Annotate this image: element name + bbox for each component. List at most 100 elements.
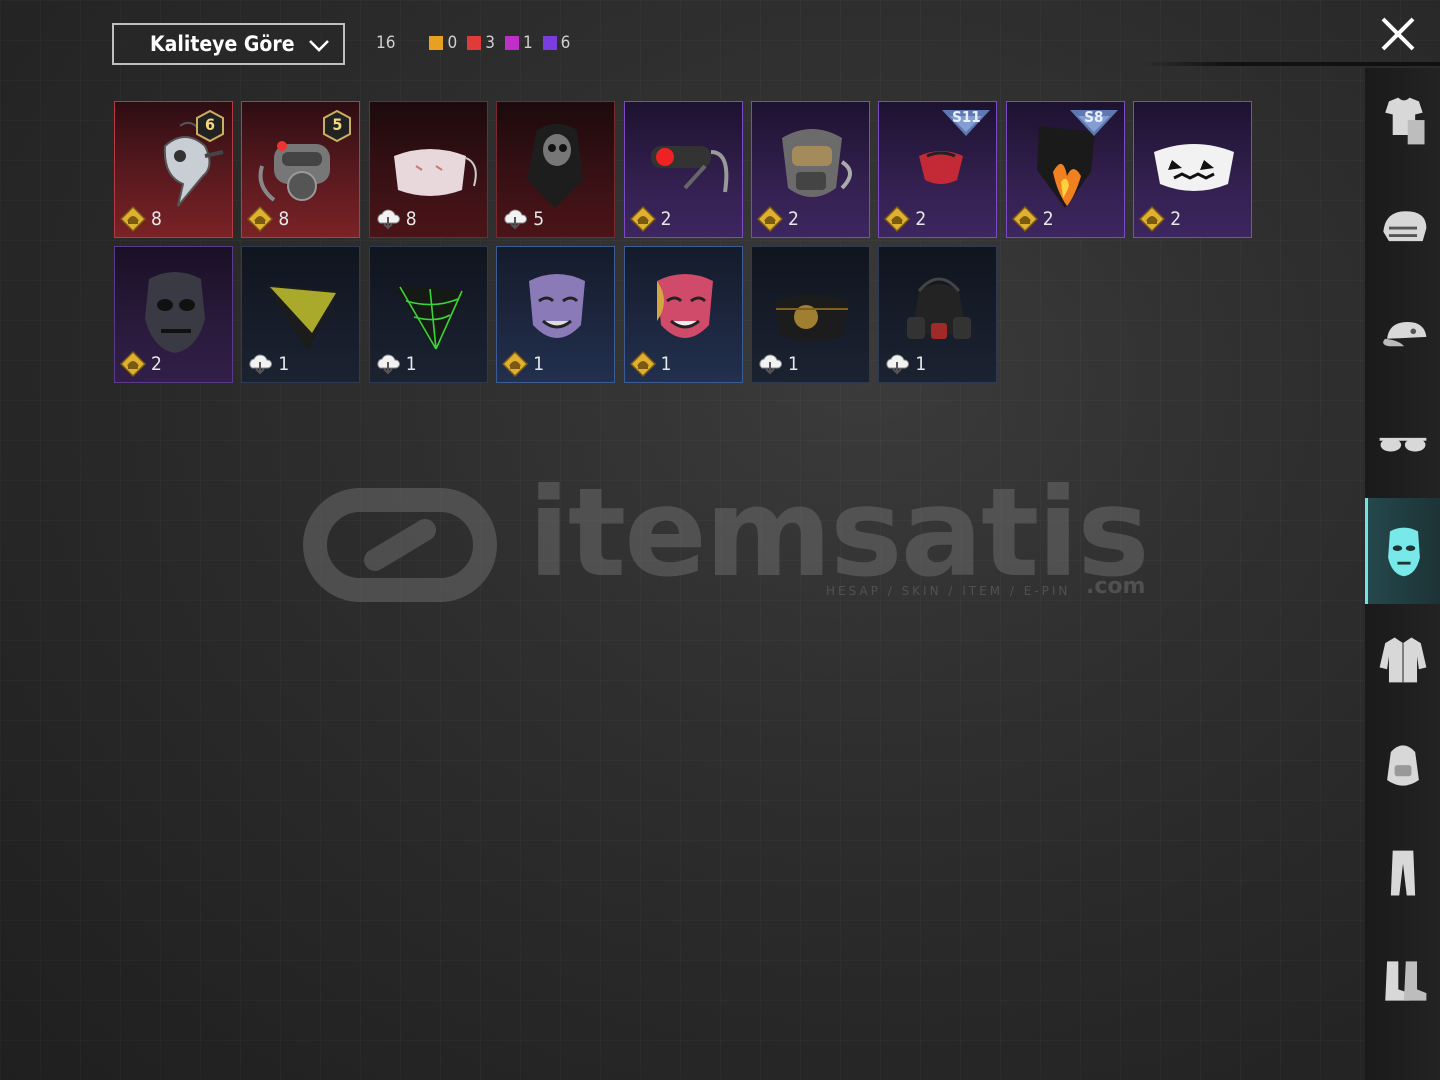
item-quantity: 2 — [756, 205, 799, 233]
quality-counts: 16 0 3 1 6 — [376, 32, 574, 54]
backpack-icon — [1386, 745, 1419, 786]
glasses-icon — [1379, 437, 1426, 451]
spiderweb-bandana-icon — [393, 285, 466, 351]
quantity-value: 2 — [1170, 208, 1182, 230]
premium-currency-icon — [119, 350, 147, 378]
quality-swatch — [467, 36, 482, 50]
premium-currency-icon — [247, 205, 274, 233]
inventory-item-plague-doctor-mask[interactable]: 68 — [114, 101, 233, 238]
pants-icon — [1390, 850, 1415, 896]
item-quantity: 8 — [119, 205, 162, 233]
inventory-item-respirator-mask[interactable]: 1 — [878, 246, 998, 383]
premium-currency-icon — [629, 350, 656, 378]
sidebar-tab-boots[interactable] — [1365, 928, 1440, 1034]
inventory-item-jack-o-lantern-mask[interactable]: 2 — [1133, 101, 1253, 238]
season-badge: S11 — [940, 106, 992, 142]
jack-o-lantern-mask-icon — [1154, 144, 1235, 191]
premium-currency-icon — [119, 205, 147, 233]
dark-skull-mask-icon — [145, 272, 205, 353]
item-quantity: 2 — [1138, 205, 1181, 233]
pink-theater-mask-icon — [656, 274, 713, 338]
yellow-dot-bandana-icon — [266, 285, 339, 351]
pink-cloth-mask-icon — [393, 149, 477, 196]
chevron-down-icon — [309, 40, 329, 52]
sidebar-tab-mask[interactable] — [1365, 498, 1440, 604]
quantity-value: 8 — [405, 208, 417, 230]
sidebar-tab-helmet[interactable] — [1365, 176, 1440, 282]
item-quantity: 2 — [1011, 205, 1054, 233]
quantity-value: 2 — [788, 208, 799, 230]
sidebar-tab-backpack[interactable] — [1365, 713, 1440, 819]
quantity-value: 1 — [405, 353, 417, 375]
cloud-currency-icon — [886, 354, 910, 375]
item-quantity: 1 — [756, 350, 799, 378]
sidebar-tab-cap[interactable] — [1365, 283, 1440, 389]
inventory-item-cyber-gas-mask[interactable]: 58 — [241, 101, 361, 238]
sort-dropdown[interactable]: Kaliteye Göre — [112, 23, 345, 65]
inventory-item-purple-theater-mask[interactable]: 1 — [496, 246, 616, 383]
count-value: 0 — [447, 33, 458, 53]
level-value: 6 — [204, 115, 215, 134]
quality-swatch — [504, 36, 519, 50]
item-quantity: 2 — [629, 205, 671, 233]
respirator-mask-icon — [907, 277, 972, 339]
quantity-value: 1 — [660, 353, 672, 375]
premium-currency-icon — [629, 205, 656, 233]
item-quantity: 2 — [119, 350, 162, 378]
watermark-suffix: .com — [1086, 574, 1146, 599]
sidebar-tab-pants[interactable] — [1365, 821, 1440, 927]
inventory-item-spiderweb-bandana[interactable]: 1 — [368, 246, 488, 383]
jacket-icon — [1379, 636, 1426, 682]
sidebar-tab-outfit[interactable] — [1365, 68, 1440, 174]
total-count: 16 — [376, 33, 396, 53]
sidebar-tab-jacket[interactable] — [1365, 606, 1440, 712]
inventory-item-pink-cloth-mask[interactable]: 8 — [368, 101, 488, 238]
inventory-item-dark-skull-mask[interactable]: 2 — [114, 246, 233, 383]
premium-currency-icon — [1139, 205, 1166, 233]
premium-currency-icon — [1011, 205, 1038, 233]
premium-currency-icon — [884, 205, 911, 233]
watermark-brand: itemsatis — [528, 462, 1150, 604]
item-quantity: 1 — [501, 350, 544, 378]
item-quantity: 1 — [883, 350, 926, 378]
item-quantity: 5 — [501, 205, 544, 233]
boots-icon — [1384, 961, 1426, 1001]
close-icon[interactable] — [1378, 14, 1418, 54]
quantity-value: 2 — [1042, 208, 1054, 230]
quantity-value: 2 — [151, 353, 162, 375]
count-value: 3 — [485, 33, 495, 53]
item-quantity: 8 — [374, 205, 417, 233]
inventory-item-yellow-dot-bandana[interactable]: 1 — [241, 246, 361, 383]
inventory-item-flame-bandana[interactable]: S8 2 — [1005, 101, 1125, 238]
watermark: itemsatis HESAP / SKIN / ITEM / E-PIN .c… — [300, 462, 1160, 620]
quantity-value: 2 — [915, 208, 927, 230]
cloud-currency-icon — [377, 354, 400, 375]
tactical-rebreather-icon — [782, 129, 852, 197]
quantity-value: 1 — [788, 353, 799, 375]
season-label: S8 — [1084, 108, 1104, 126]
watermark-tagline: HESAP / SKIN / ITEM / E-PIN — [826, 584, 1071, 598]
cloud-currency-icon — [504, 209, 528, 230]
helmet-icon — [1382, 210, 1426, 241]
season-label: S11 — [952, 108, 981, 126]
inventory-item-skull-bandana[interactable]: 5 — [496, 101, 616, 238]
cap-icon — [1382, 321, 1426, 347]
gold-emblem-mask-icon — [776, 294, 848, 341]
category-sidebar — [1365, 68, 1440, 1080]
item-quantity: 1 — [374, 350, 417, 378]
inventory-item-tactical-rebreather[interactable]: 2 — [751, 101, 870, 238]
mask-icon — [1388, 527, 1420, 577]
inventory-item-pink-theater-mask[interactable]: 1 — [623, 246, 743, 383]
quantity-value: 8 — [278, 208, 290, 230]
count-value: 6 — [560, 33, 571, 53]
item-quantity: 2 — [883, 205, 926, 233]
sidebar-tab-glasses[interactable] — [1365, 391, 1440, 497]
inventory-item-gold-emblem-mask[interactable]: 1 — [751, 246, 870, 383]
inventory-item-red-eye-visor[interactable]: 2 — [623, 101, 743, 238]
item-quantity: 1 — [629, 350, 672, 378]
inventory-item-red-half-mask[interactable]: S11 2 — [878, 101, 998, 238]
count-value: 1 — [522, 33, 533, 53]
count-group: 1 — [504, 33, 533, 53]
watermark-logo-icon — [303, 488, 497, 602]
premium-currency-icon — [502, 350, 529, 378]
